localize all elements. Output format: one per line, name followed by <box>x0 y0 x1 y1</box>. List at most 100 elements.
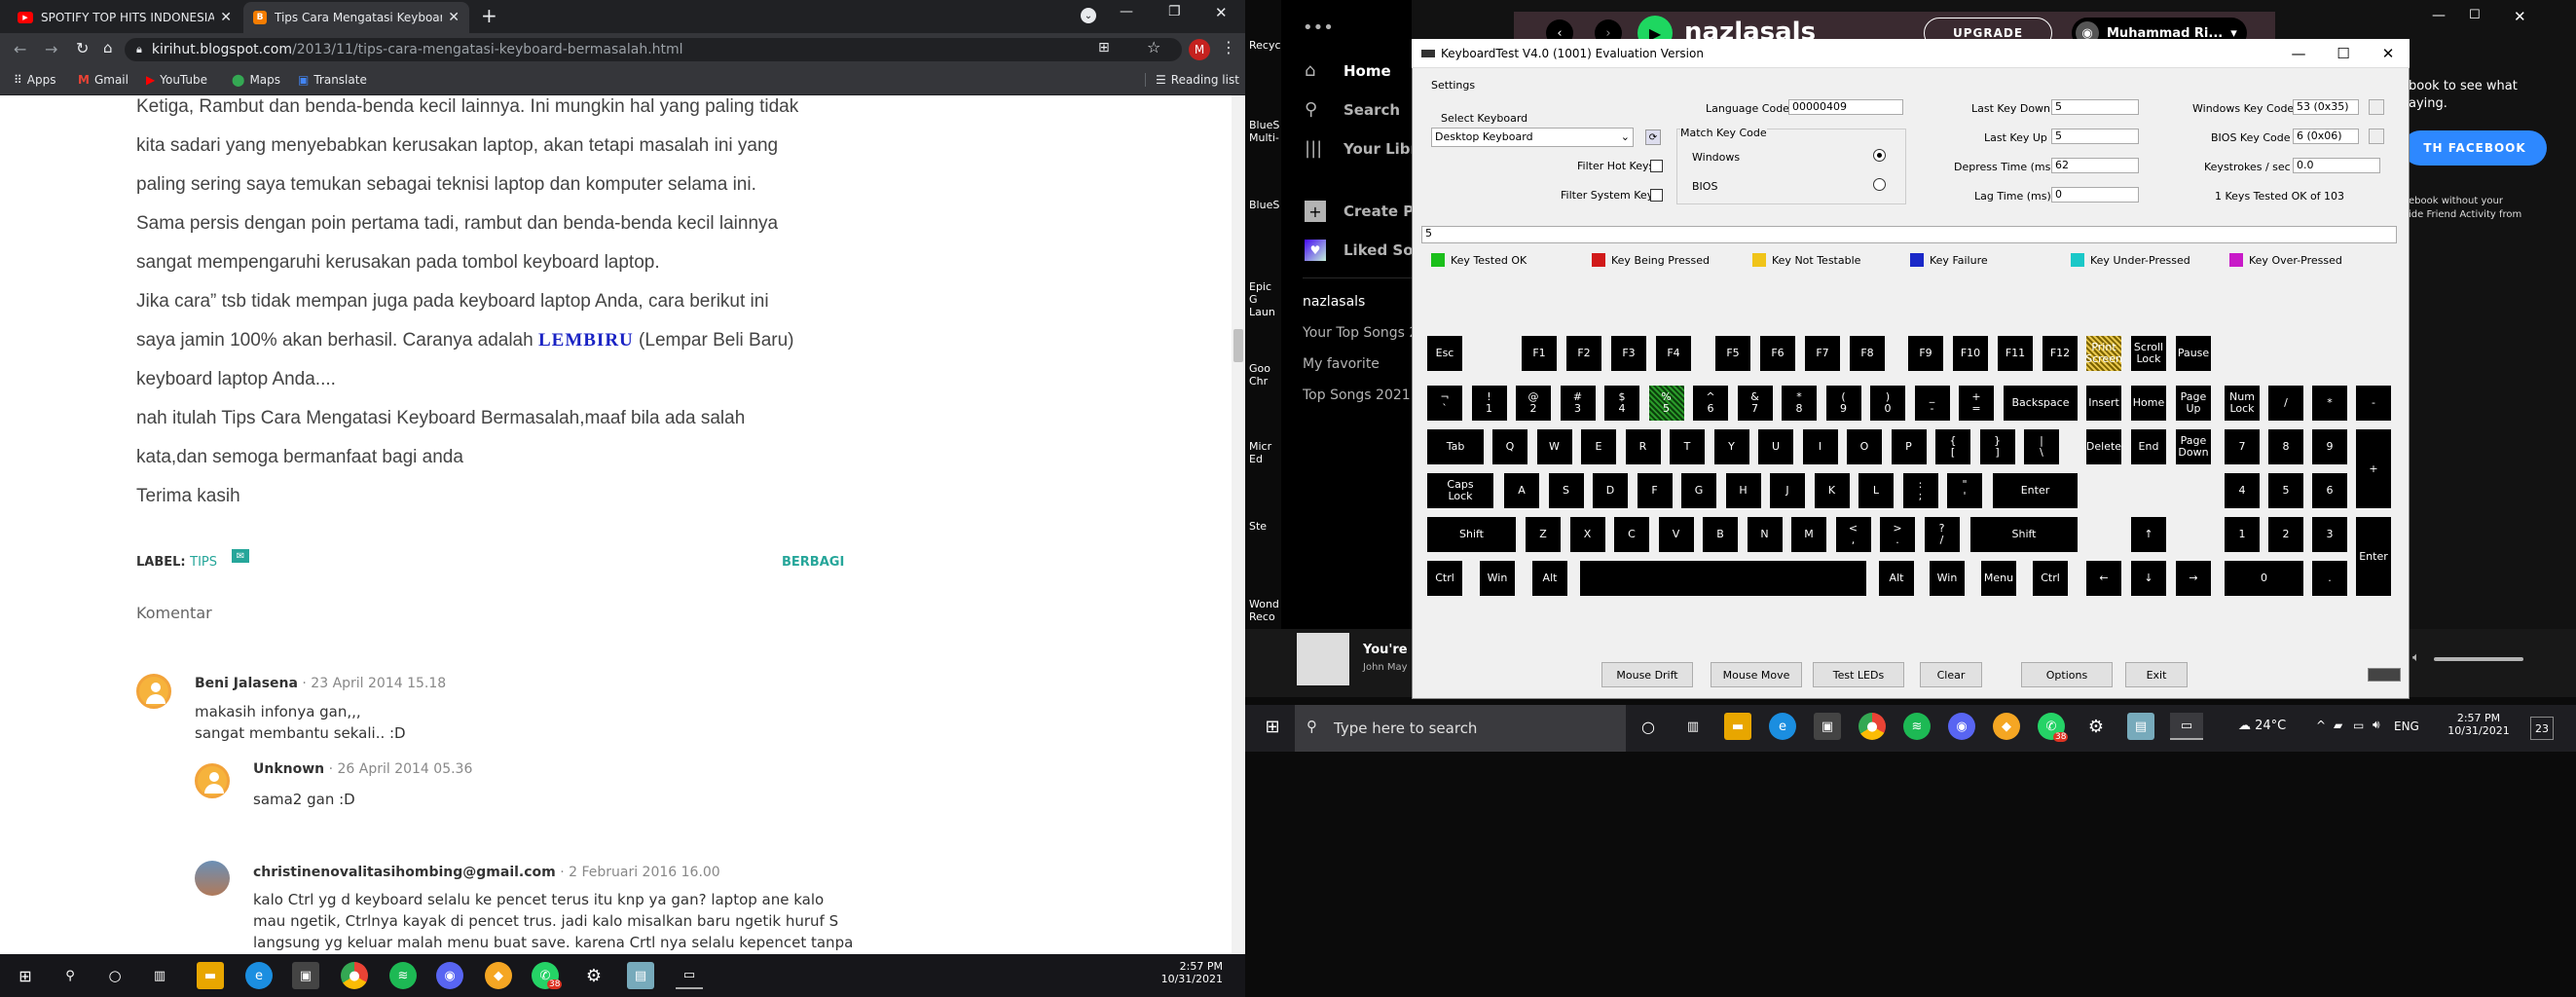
key-z-row[interactable]: C <box>1614 517 1649 552</box>
key-num-8[interactable]: 8 <box>2268 429 2303 464</box>
key-q-row[interactable]: Y <box>1713 429 1749 464</box>
key-z-row[interactable]: B <box>1703 517 1738 552</box>
spotify-menu-icon[interactable]: ••• <box>1303 18 1334 38</box>
comment-date[interactable]: · 23 April 2014 15.18 <box>298 676 446 691</box>
filter-system-checkbox[interactable] <box>1650 189 1663 202</box>
create-playlist-button[interactable]: Create Playlist <box>1343 203 1412 220</box>
key-page-up[interactable]: Page Up <box>2176 386 2211 421</box>
close-window-icon[interactable]: ✕ <box>1215 4 1228 21</box>
kt-maximize-icon[interactable]: ☐ <box>2321 39 2366 68</box>
weather-widget[interactable]: ☁ 24°C <box>2238 719 2286 733</box>
new-tab-button[interactable]: + <box>481 4 497 27</box>
key-num-decimal[interactable]: . <box>2312 561 2347 596</box>
task-view-icon[interactable]: ▥ <box>1679 713 1707 740</box>
key-arrow-right[interactable]: → <box>2176 561 2211 596</box>
bookmark-maps[interactable]: ⬤ Maps <box>232 73 280 87</box>
key-num-row[interactable]: % 5 <box>1648 386 1684 421</box>
key-menu[interactable]: Menu <box>1981 561 2016 596</box>
back-icon[interactable]: ← <box>14 40 26 58</box>
key-page-down[interactable]: Page Down <box>2176 429 2211 464</box>
address-bar[interactable]: 🔒︎ kirihut.blogspot.com/2013/11/tips-car… <box>125 38 1182 61</box>
label-tips-link[interactable]: TIPS <box>190 555 217 570</box>
reload-icon[interactable]: ↻ <box>76 39 89 57</box>
page-scrollbar[interactable] <box>1232 95 1245 954</box>
windows-start-icon[interactable]: ⊞ <box>1259 713 1286 740</box>
key-num-subtract[interactable]: - <box>2356 386 2391 421</box>
key-a-row[interactable]: A <box>1504 473 1539 508</box>
playlist-item[interactable]: nazlasals <box>1303 294 1365 310</box>
playlist-item[interactable]: My favorite <box>1303 356 1380 372</box>
key-num-row[interactable]: & 7 <box>1737 386 1773 421</box>
key-left-shift[interactable]: Shift <box>1427 517 1516 552</box>
key-a-row[interactable]: F <box>1637 473 1673 508</box>
key-arrow-left[interactable]: ← <box>2086 561 2121 596</box>
key-q-row[interactable]: } ] <box>1979 429 2015 464</box>
key-z-row[interactable]: > . <box>1880 517 1915 552</box>
key-space[interactable] <box>1580 561 1866 596</box>
key-num-row[interactable]: @ 2 <box>1516 386 1551 421</box>
key-f8[interactable]: F8 <box>1850 336 1885 371</box>
key-a-row[interactable]: " ' <box>1947 473 1982 508</box>
key-num-row[interactable]: _ - <box>1914 386 1950 421</box>
key-num-9[interactable]: 9 <box>2312 429 2347 464</box>
settings-gear-icon[interactable]: ⚙ <box>580 962 607 989</box>
key-num-row[interactable]: ( 9 <box>1825 386 1861 421</box>
language-indicator[interactable]: ENG <box>2394 720 2419 733</box>
comment-author[interactable]: Unknown <box>253 761 324 777</box>
key-q-row[interactable]: Q <box>1492 429 1527 464</box>
key-q-row[interactable]: T <box>1670 429 1705 464</box>
file-explorer-icon[interactable]: ▬ <box>1724 713 1751 740</box>
connect-facebook-button[interactable]: TH FACEBOOK <box>2403 130 2547 166</box>
options-button[interactable]: Options <box>2021 662 2113 687</box>
edge-icon[interactable]: e <box>245 962 273 989</box>
key-q-row[interactable]: P <box>1891 429 1927 464</box>
key-num-enter[interactable]: Enter <box>2356 517 2391 596</box>
chrome-icon[interactable]: ● <box>1858 713 1886 740</box>
key-a-row[interactable]: H <box>1725 473 1761 508</box>
file-explorer-icon[interactable]: ▬ <box>197 962 224 989</box>
key-a-row[interactable]: : ; <box>1902 473 1938 508</box>
key-num-row[interactable]: ¬ ` <box>1427 386 1462 421</box>
windows-radio[interactable] <box>1873 149 1886 162</box>
maximize-icon[interactable]: ☐ <box>2469 8 2481 22</box>
email-icon[interactable]: ✉ <box>232 549 249 563</box>
minimize-icon[interactable]: — <box>1120 4 1133 19</box>
key-arrow-down[interactable]: ↓ <box>2131 561 2166 596</box>
key-num-2[interactable]: 2 <box>2268 517 2303 552</box>
comment-author[interactable]: Beni Jalasena <box>195 676 298 691</box>
key-f1[interactable]: F1 <box>1522 336 1557 371</box>
cortana-icon[interactable]: ○ <box>1635 713 1662 740</box>
playlist-item[interactable]: Your Top Songs 2... <box>1303 325 1412 341</box>
playlist-item[interactable]: Top Songs 2021 <box>1303 388 1412 403</box>
key-num-row[interactable]: ! 1 <box>1471 386 1507 421</box>
key-right-alt[interactable]: Alt <box>1879 561 1914 596</box>
key-z-row[interactable]: < , <box>1835 517 1871 552</box>
mouse-drift-button[interactable]: Mouse Drift <box>1601 662 1693 687</box>
test-leds-button[interactable]: Test LEDs <box>1813 662 1904 687</box>
spotify-nav-search[interactable]: Search <box>1343 101 1400 119</box>
bookmark-translate[interactable]: ▣ Translate <box>298 73 367 87</box>
album-art[interactable] <box>1297 633 1349 685</box>
key-caps-lock[interactable]: Caps Lock <box>1427 473 1493 508</box>
clear-button[interactable]: Clear <box>1920 662 1982 687</box>
share-button[interactable]: BERBAGI <box>782 555 844 570</box>
key-right-shift[interactable]: Shift <box>1970 517 2078 552</box>
key-num-row[interactable]: ^ 6 <box>1693 386 1728 421</box>
desktop-icon-epic-games[interactable]: Epic G Laun <box>1249 280 1278 318</box>
translate-page-icon[interactable]: ⊞ <box>1098 40 1110 55</box>
key-f3[interactable]: F3 <box>1611 336 1646 371</box>
key-insert[interactable]: Insert <box>2086 386 2121 421</box>
brave-icon[interactable]: ◆ <box>485 962 512 989</box>
clock[interactable]: 2:57 PM 10/31/2021 <box>2445 712 2513 737</box>
now-playing-artist[interactable]: John May <box>1363 662 1408 673</box>
key-f9[interactable]: F9 <box>1908 336 1943 371</box>
key-a-row[interactable]: J <box>1770 473 1805 508</box>
key-backspace[interactable]: Backspace <box>2004 386 2078 421</box>
discord-icon[interactable]: ◉ <box>1948 713 1975 740</box>
key-num-row[interactable]: * 8 <box>1782 386 1817 421</box>
tab-spotify[interactable]: ▶ SPOTIFY TOP HITS INDONESIA 2... ✕ <box>8 2 241 33</box>
key-a-row[interactable]: K <box>1814 473 1850 508</box>
key-num-row[interactable]: + = <box>1959 386 1994 421</box>
key-z-row[interactable]: X <box>1569 517 1605 552</box>
search-icon[interactable]: ⚲ <box>56 962 84 989</box>
